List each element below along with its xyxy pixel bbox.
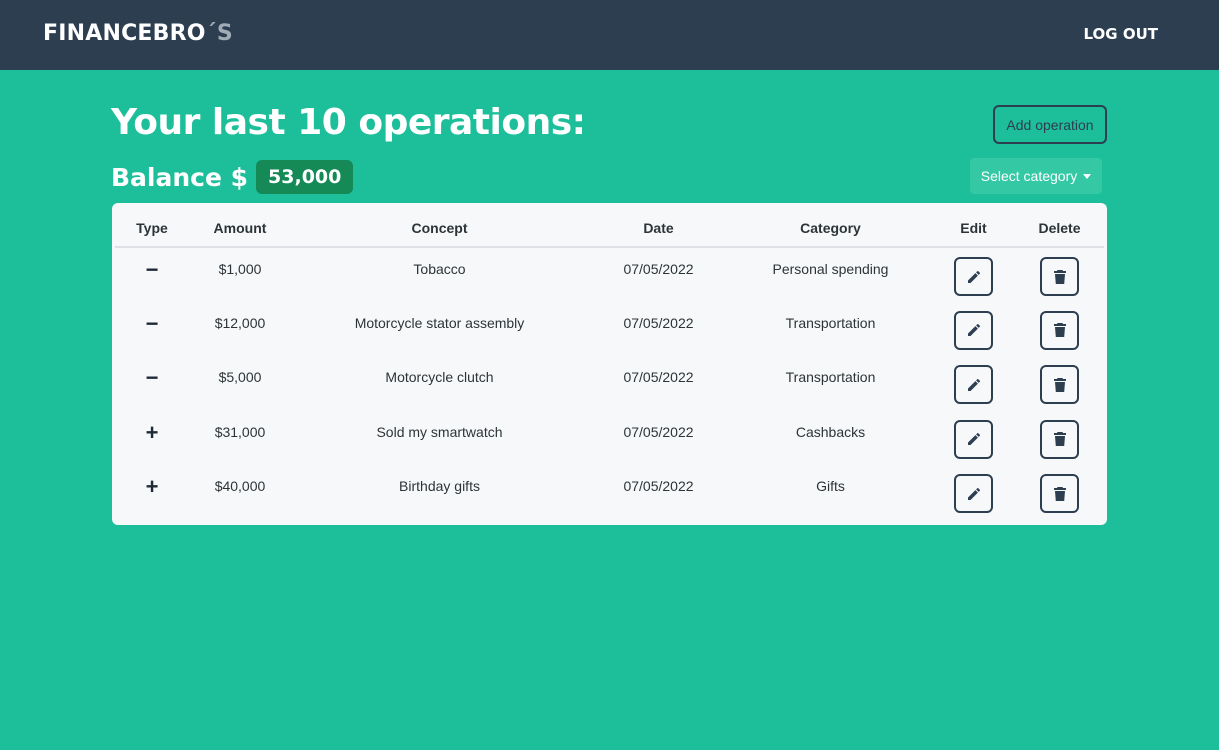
category-cell: Gifts: [816, 478, 845, 495]
operation-type-icon: −: [145, 310, 159, 336]
caret-down-icon: [1083, 173, 1092, 179]
delete-cell: [1015, 356, 1104, 411]
column-header-category: Category: [729, 210, 932, 248]
edit-button[interactable]: [954, 474, 993, 514]
operation-type-icon: +: [145, 474, 159, 500]
operation-type-icon: −: [145, 257, 159, 282]
delete-button[interactable]: [1040, 474, 1079, 514]
date-cell: 07/05/2022: [623, 478, 694, 495]
edit-button[interactable]: [954, 257, 993, 296]
amount-cell: $12,000: [214, 314, 266, 331]
amount-cell: $5,000: [218, 369, 262, 386]
concept-cell: Motorcycle stator assembly: [354, 314, 525, 331]
delete-cell: [1015, 411, 1104, 466]
date-cell: 07/05/2022: [623, 423, 694, 440]
trash-icon: [1052, 486, 1068, 502]
logout-link[interactable]: LOG OUT: [1084, 25, 1158, 43]
type-cell: +: [115, 465, 189, 520]
column-header-type: Type: [115, 210, 189, 248]
balance-badge: 53,000: [256, 160, 354, 194]
delete-cell: [1015, 247, 1104, 302]
operations-card: Type Amount Concept Date Category Edit D…: [112, 203, 1107, 525]
amount-cell: $31,000: [214, 423, 266, 440]
pencil-icon: [966, 322, 982, 338]
amount-cell: $1,000: [218, 261, 262, 277]
concept-cell: Sold my smartwatch: [376, 423, 503, 440]
navbar: FINANCEBRO´S LOG OUT: [0, 0, 1219, 70]
table-row: + $31,000 Sold my smartwatch 07/05/2022 Cash…: [115, 411, 1104, 466]
type-cell: −: [115, 356, 189, 411]
edit-button[interactable]: [954, 310, 993, 350]
delete-cell: [1015, 302, 1104, 357]
select-category-dropdown[interactable]: Select category: [970, 158, 1102, 194]
brand-suffix: ´S: [205, 21, 233, 46]
column-header-concept: Concept: [291, 210, 588, 248]
add-operation-button[interactable]: Add operation: [993, 105, 1107, 144]
trash-icon: [1052, 377, 1068, 393]
edit-cell: [932, 411, 1015, 466]
delete-button[interactable]: [1040, 257, 1079, 296]
category-cell: Personal spending: [772, 261, 889, 277]
pencil-icon: [966, 269, 982, 285]
brand-logo[interactable]: FINANCEBRO´S: [43, 21, 233, 46]
trash-icon: [1052, 269, 1068, 285]
delete-cell: [1015, 465, 1104, 520]
date-cell: 07/05/2022: [623, 261, 694, 277]
date-cell: 07/05/2022: [623, 369, 694, 386]
delete-button[interactable]: [1040, 419, 1079, 459]
concept-cell: Tobacco: [413, 261, 466, 277]
concept-cell: Motorcycle clutch: [385, 369, 494, 386]
category-cell: Transportation: [785, 314, 876, 331]
edit-cell: [932, 247, 1015, 302]
type-cell: −: [115, 302, 189, 357]
pencil-icon: [966, 377, 982, 393]
category-cell: Transportation: [785, 369, 876, 386]
balance-row: Balance $ 53,000: [111, 160, 354, 194]
delete-button[interactable]: [1040, 310, 1079, 350]
edit-cell: [932, 356, 1015, 411]
date-cell: 07/05/2022: [623, 314, 694, 331]
delete-button[interactable]: [1040, 365, 1079, 405]
operations-table: Type Amount Concept Date Category Edit D…: [115, 210, 1104, 520]
category-cell: Cashbacks: [795, 423, 866, 440]
type-cell: +: [115, 411, 189, 466]
edit-button[interactable]: [954, 365, 993, 405]
table-row: − $1,000 Tobacco 07/05/2022 Personal spendin…: [115, 247, 1104, 302]
column-header-date: Date: [588, 210, 729, 248]
balance-label: Balance $: [111, 162, 249, 192]
pencil-icon: [966, 431, 982, 447]
edit-cell: [932, 465, 1015, 520]
column-header-delete: Delete: [1015, 210, 1104, 248]
pencil-icon: [966, 486, 982, 502]
brand-main: FINANCEBRO: [43, 21, 206, 46]
table-row: + $40,000 Birthday gifts 07/05/2022 Gifts: [115, 465, 1104, 520]
column-header-amount: Amount: [189, 210, 291, 248]
column-header-edit: Edit: [932, 210, 1015, 248]
trash-icon: [1052, 431, 1068, 447]
operation-type-icon: −: [145, 365, 159, 391]
page-title: Your last 10 operations:: [111, 102, 586, 143]
select-category-label: Select category: [980, 168, 1078, 184]
edit-cell: [932, 302, 1015, 357]
operation-type-icon: +: [145, 419, 159, 445]
trash-icon: [1052, 322, 1068, 338]
concept-cell: Birthday gifts: [399, 478, 480, 495]
table-header-row: Type Amount Concept Date Category Edit D…: [115, 210, 1104, 248]
edit-button[interactable]: [954, 419, 993, 459]
type-cell: −: [115, 247, 189, 302]
table-row: − $5,000 Motorcycle clutch 07/05/2022 Transp…: [115, 356, 1104, 411]
amount-cell: $40,000: [214, 478, 266, 495]
table-row: − $12,000 Motorcycle stator assembly 07/05/…: [115, 302, 1104, 357]
